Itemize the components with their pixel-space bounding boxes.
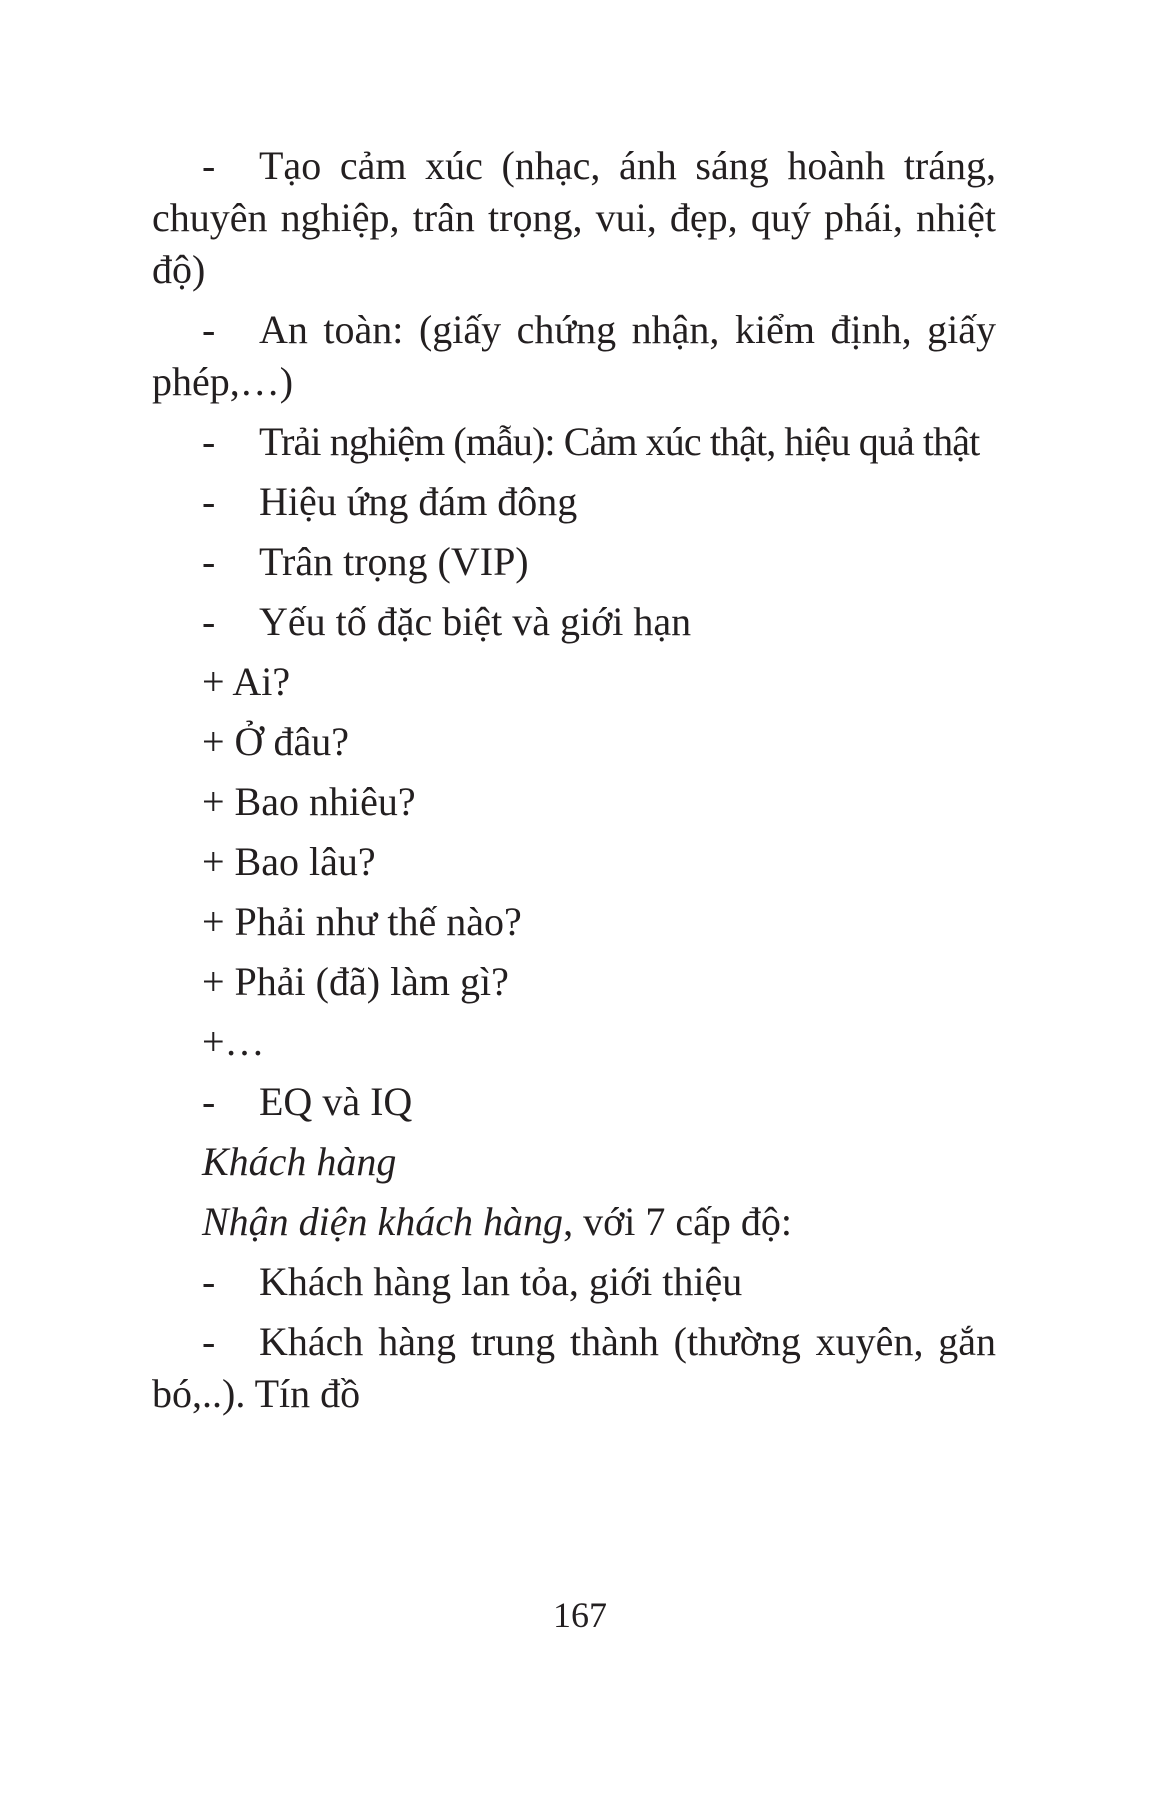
dash-bullet: - bbox=[202, 307, 216, 352]
list-item-text: Trải nghiệm (mẫu): Cảm xúc thật, hiệu qu… bbox=[259, 419, 980, 464]
list-item: - EQ và IQ bbox=[152, 1076, 996, 1128]
sub-item: +… bbox=[202, 1019, 265, 1064]
list-item: - Khách hàng lan tỏa, giới thiệu bbox=[152, 1256, 996, 1308]
dash-bullet: - bbox=[202, 1079, 216, 1124]
section-heading: Khách hàng bbox=[202, 1139, 397, 1184]
list-item: - Yếu tố đặc biệt và giới hạn bbox=[152, 596, 996, 648]
list-item: - An toàn: (giấy chứng nhận, kiểm định, … bbox=[152, 304, 996, 408]
page-number: 167 bbox=[553, 1595, 607, 1635]
list-item: - Trải nghiệm (mẫu): Cảm xúc thật, hiệu … bbox=[152, 416, 996, 468]
dash-bullet: - bbox=[202, 143, 216, 188]
sub-item: + Ai? bbox=[202, 659, 291, 704]
section-intro: Nhận diện khách hàng, với 7 cấp độ: bbox=[152, 1196, 996, 1248]
list-item-text: EQ và IQ bbox=[259, 1079, 413, 1124]
sub-item: + Bao nhiêu? bbox=[202, 779, 416, 824]
sub-item: + Phải như thế nào? bbox=[202, 899, 522, 944]
dash-bullet: - bbox=[202, 539, 216, 584]
sub-item: + Bao lâu? bbox=[202, 839, 376, 884]
list-item-text: Khách hàng lan tỏa, giới thiệu bbox=[259, 1259, 743, 1304]
list-item-text: Yếu tố đặc biệt và giới hạn bbox=[259, 599, 692, 644]
list-item-text: Trân trọng (VIP) bbox=[259, 539, 529, 584]
list-item: - Khách hàng trung thành (thường xuyên, … bbox=[152, 1316, 996, 1420]
list-item: - Hiệu ứng đám đông bbox=[152, 476, 996, 528]
list-item-text: Khách hàng trung thành (thường xuyên, gắ… bbox=[152, 1319, 996, 1416]
dash-bullet: - bbox=[202, 479, 216, 524]
list-item-text: Hiệu ứng đám đông bbox=[259, 479, 578, 524]
section-intro-emphasis: Nhận diện khách hàng bbox=[202, 1199, 564, 1244]
dash-bullet: - bbox=[202, 419, 215, 464]
list-item-text: Tạo cảm xúc (nhạc, ánh sáng hoành tráng,… bbox=[152, 143, 996, 292]
section-intro-rest: , với 7 cấp độ: bbox=[563, 1199, 792, 1244]
dash-bullet: - bbox=[202, 599, 216, 644]
list-item-text: An toàn: (giấy chứng nhận, kiểm định, gi… bbox=[152, 307, 996, 404]
dash-bullet: - bbox=[202, 1259, 216, 1304]
page-body: - Tạo cảm xúc (nhạc, ánh sáng hoành trán… bbox=[152, 140, 996, 1420]
sub-item: + Phải (đã) làm gì? bbox=[202, 959, 509, 1004]
list-item: - Trân trọng (VIP) bbox=[152, 536, 996, 588]
dash-bullet: - bbox=[202, 1319, 216, 1364]
sub-item: + Ở đâu? bbox=[202, 719, 349, 764]
list-item: - Tạo cảm xúc (nhạc, ánh sáng hoành trán… bbox=[152, 140, 996, 296]
